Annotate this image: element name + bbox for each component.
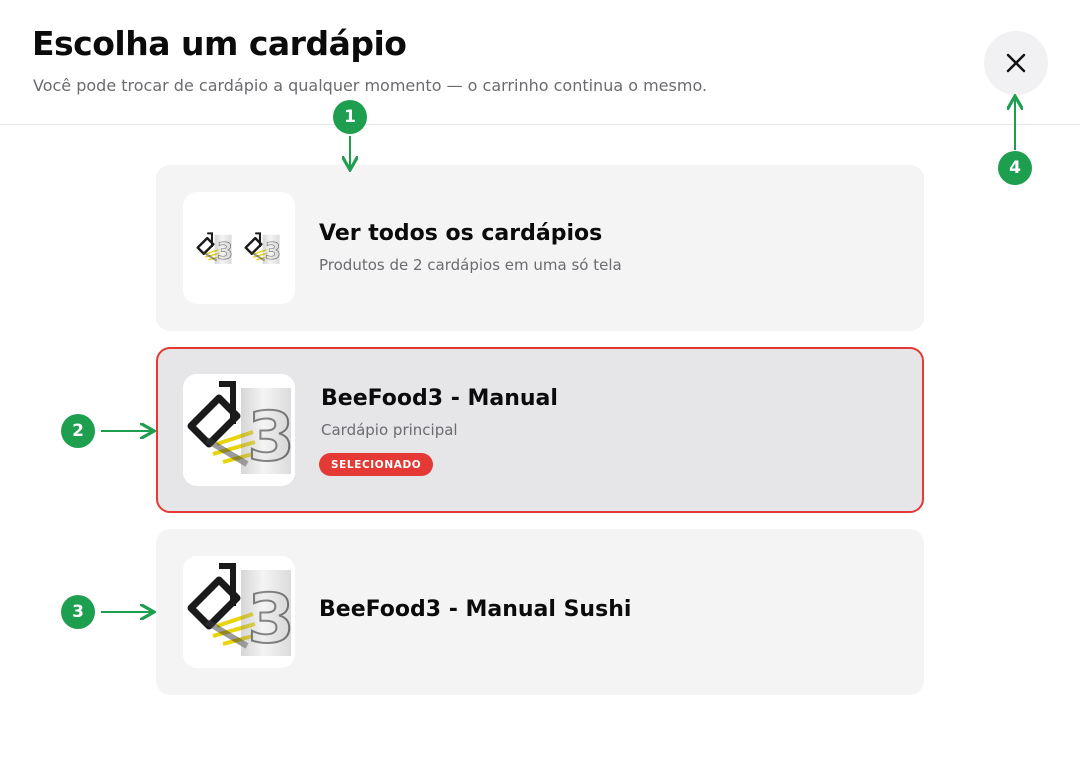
beefood3-logo-icon — [183, 556, 295, 668]
menu-card-beefood3-manual-sushi[interactable]: BeeFood3 - Manual Sushi — [156, 529, 924, 695]
beefood3-logo-icon — [195, 230, 281, 268]
menu-card-title: BeeFood3 - Manual Sushi — [319, 597, 632, 622]
close-icon — [1006, 53, 1026, 73]
annotation-marker-4: 4 — [998, 151, 1032, 185]
menu-card-title: Ver todos os cardápios — [319, 221, 603, 246]
menu-card-description: Cardápio principal — [321, 421, 458, 439]
menu-thumbnail — [183, 374, 295, 486]
menu-card-all[interactable]: Ver todos os cardápios Produtos de 2 car… — [156, 165, 924, 331]
menu-card-description: Produtos de 2 cardápios em uma só tela — [319, 256, 622, 274]
dialog-header: Escolha um cardápio Você pode trocar de … — [0, 0, 1080, 125]
beefood3-logo-icon — [183, 374, 295, 486]
dialog-title: Escolha um cardápio — [32, 24, 407, 63]
annotation-marker-3: 3 — [61, 595, 95, 629]
menu-selection-dialog: Escolha um cardápio Você pode trocar de … — [0, 0, 1080, 780]
close-button[interactable] — [984, 31, 1048, 95]
annotation-marker-1: 1 — [333, 100, 367, 134]
annotation-marker-2: 2 — [61, 414, 95, 448]
menu-thumbnail — [183, 192, 295, 304]
menu-thumbnail — [183, 556, 295, 668]
dialog-subtitle: Você pode trocar de cardápio a qualquer … — [33, 76, 708, 95]
menu-card-title: BeeFood3 - Manual — [321, 386, 558, 411]
menu-card-beefood3-manual[interactable]: BeeFood3 - Manual Cardápio principal SEL… — [156, 347, 924, 513]
selected-badge: SELECIONADO — [319, 453, 434, 476]
